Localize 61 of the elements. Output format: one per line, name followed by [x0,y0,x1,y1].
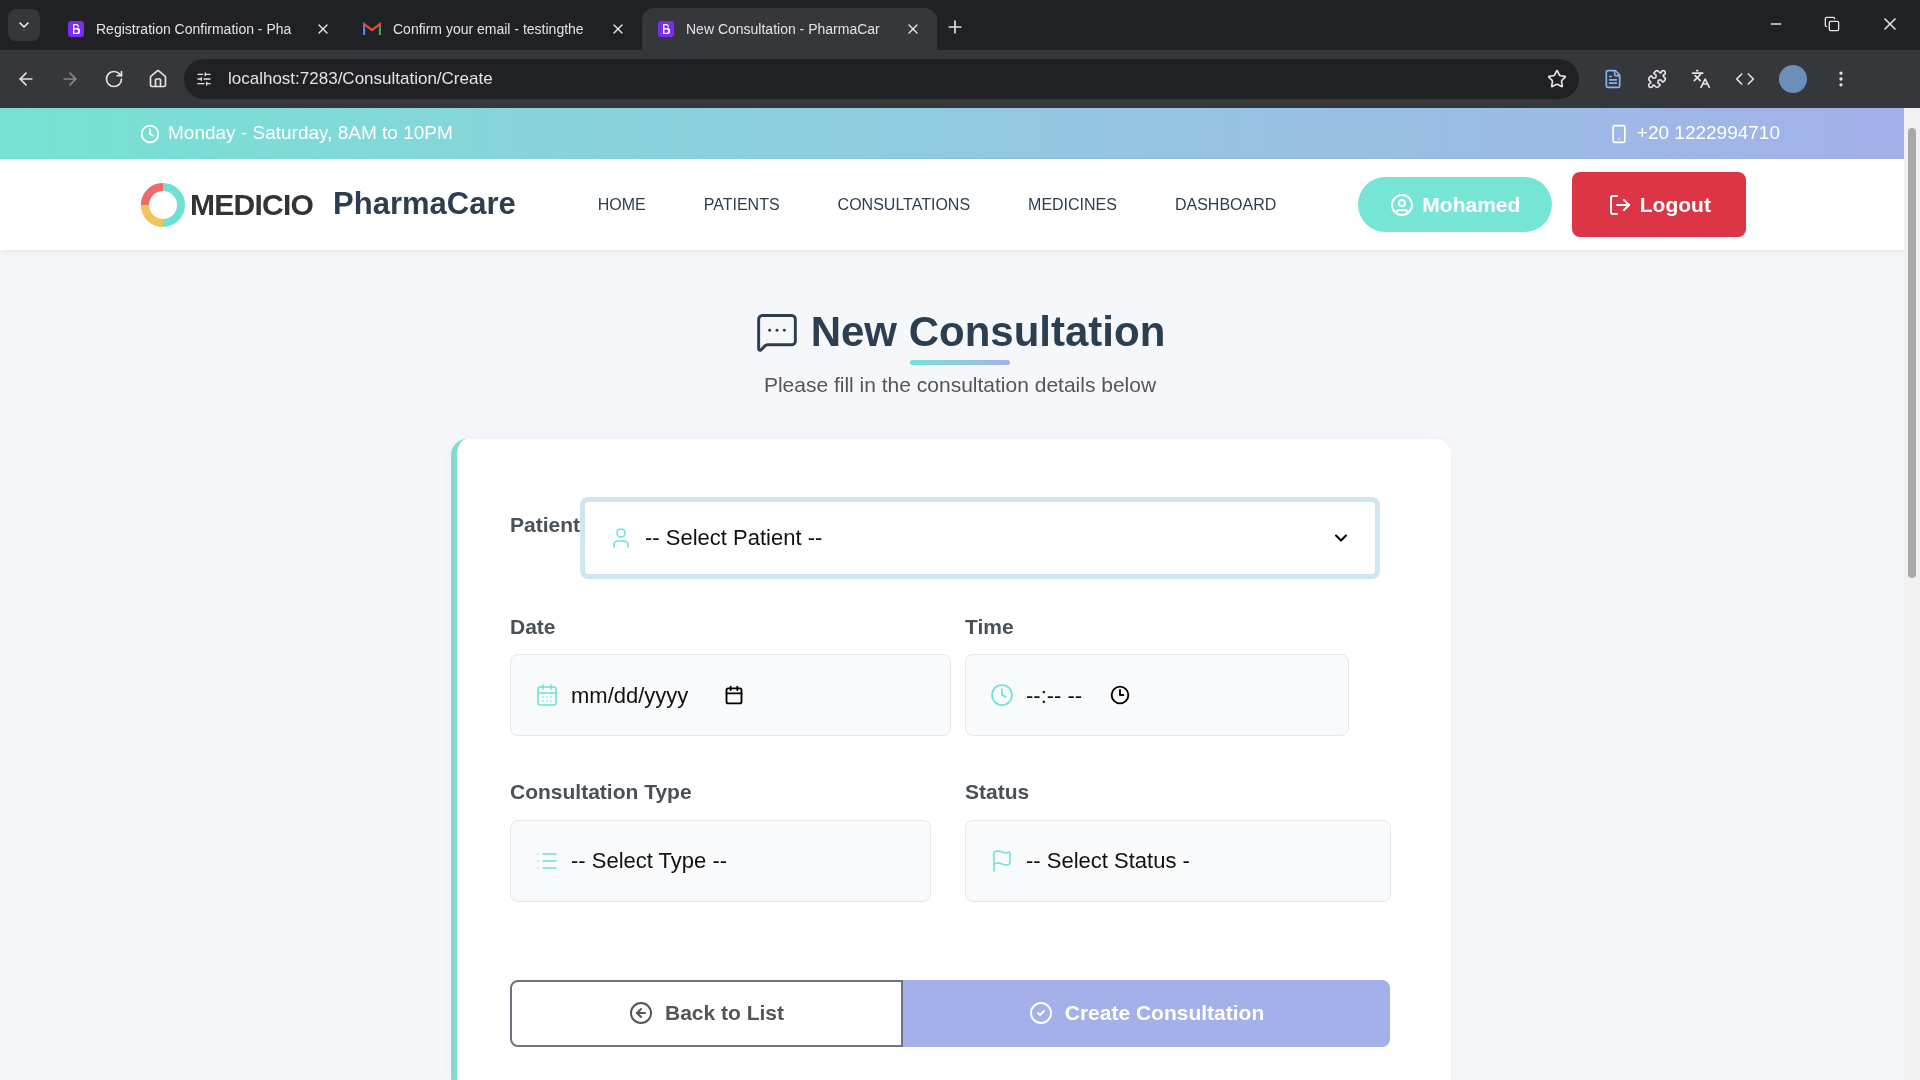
home-icon[interactable] [148,69,168,89]
field-value: -- Select Type -- [571,847,728,875]
reload-icon[interactable] [104,69,124,89]
bookmark-star-icon[interactable] [1547,69,1567,89]
url-text: localhost:7283/Consultation/Create [228,68,493,91]
nav-link[interactable]: MEDICINES [1028,192,1117,217]
scrollbar[interactable] [1904,108,1920,1080]
select-field[interactable]: -- Select Type -- [510,819,931,902]
time-field[interactable]: --:-- -- [965,654,1349,736]
page-subtitle: Please fill in the consultation details below [763,372,1157,398]
address-bar[interactable]: localhost:7283/Consultation/Create [184,59,1579,99]
user-icon [1390,192,1415,217]
clock-icon [990,683,1014,707]
restore-icon[interactable] [1824,16,1840,32]
extensions-icon[interactable] [1647,69,1667,89]
translate-icon[interactable] [1691,69,1711,89]
logout-icon [1607,192,1632,217]
field-value: -- Select Status - [1026,847,1190,875]
field-label: Date [510,613,557,640]
field-label: Time [965,613,1015,640]
flag-icon [990,848,1014,873]
clock-icon[interactable] [1110,685,1131,705]
browser-tab[interactable]: Confirm your email - testingthe [347,8,642,50]
nav-link[interactable]: HOME [597,192,646,217]
bootstrap-favicon-icon [68,21,84,37]
tab-title: Confirm your email - testingthe [393,19,585,39]
logo-text: MEDICIO [190,187,314,223]
field-label: Status [965,779,1031,805]
nav-link[interactable]: CONSULTATIONS [837,192,971,217]
brand-name[interactable]: PharmaCare [333,181,516,228]
nav-link[interactable]: DASHBOARD [1174,192,1277,217]
arrow-left-icon [629,1001,653,1025]
document-icon[interactable] [1603,69,1623,89]
page-title: New Consultation [810,308,1166,356]
select-field[interactable]: -- Select Patient -- [580,496,1380,579]
mail-favicon-icon [363,22,381,36]
field-value: --:-- -- [1026,681,1083,710]
back-to-list-button[interactable]: Back to List [510,979,903,1047]
field-value: mm/dd/yyyy [571,681,689,710]
tab-title: Registration Confirmation - Pha [96,19,293,39]
ring-logo-icon [140,181,186,228]
calendar-icon[interactable] [724,685,745,705]
nav-link[interactable]: PATIENTS [703,192,780,217]
site-settings-icon[interactable] [196,71,212,87]
logout-button[interactable]: Logout [1572,172,1747,237]
profile-avatar[interactable] [1779,65,1807,93]
select-field[interactable]: -- Select Status - [965,819,1391,902]
check-icon [1028,1001,1053,1025]
phone-number: +20 1222994710 [1636,121,1780,146]
tab-title: New Consultation - PharmaCar [686,19,881,39]
browser-tab[interactable]: Registration Confirmation - Pha [52,8,347,50]
clock-icon [140,123,160,144]
field-label: Consultation Type [510,779,693,805]
date-field[interactable]: mm/dd/yyyy [510,654,951,736]
tab-search-button[interactable] [8,9,40,41]
field-label: Patient [510,512,580,536]
calendar-icon [535,683,559,707]
field-value: -- Select Patient -- [645,524,823,552]
browser-tab[interactable]: New Consultation - PharmaCar [642,8,937,50]
opening-hours: Monday - Saturday, 8AM to 10PM [168,121,453,146]
bootstrap-favicon-icon [658,21,674,37]
